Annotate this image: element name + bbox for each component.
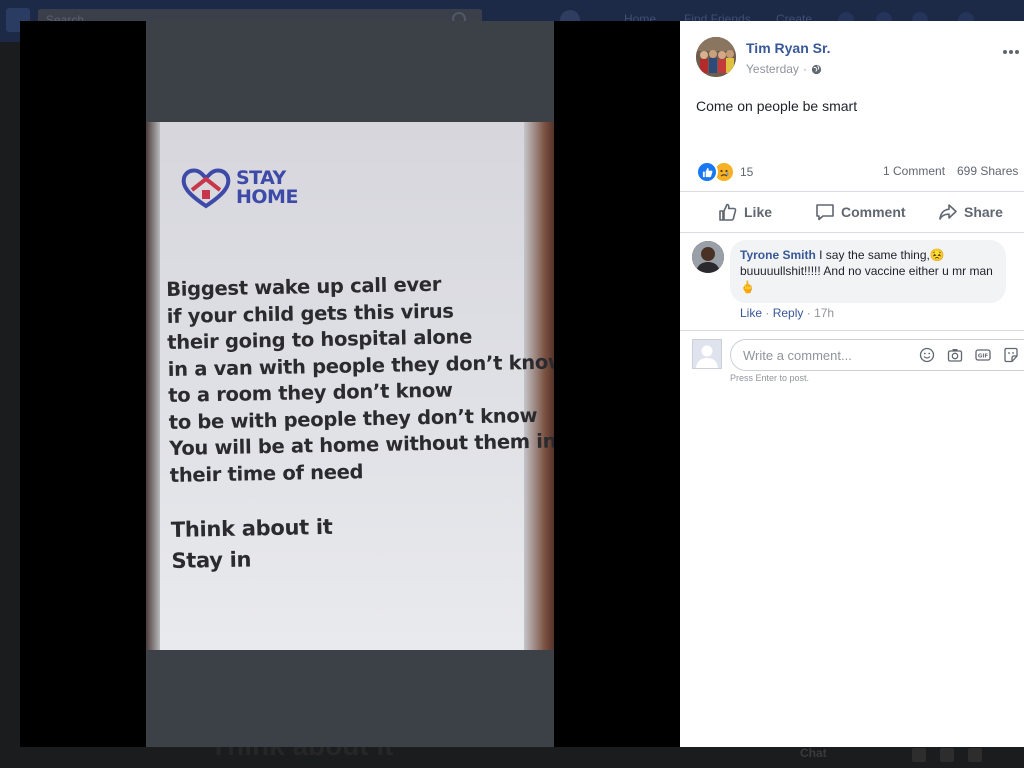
post-hint: Press Enter to post. <box>730 373 810 383</box>
comment-icon <box>816 204 834 221</box>
background-chat-label: Chat <box>800 746 827 760</box>
comment-button-label: Comment <box>841 204 906 220</box>
svg-text:GIF: GIF <box>978 354 989 360</box>
group-photo-icon <box>696 37 736 77</box>
author-avatar[interactable] <box>696 37 736 77</box>
stay-home-logo: STAY HOME <box>178 166 298 210</box>
like-button-label: Like <box>744 204 773 220</box>
reactions-summary[interactable]: 15 <box>696 161 753 183</box>
current-user-avatar <box>692 339 722 369</box>
photo-message: Biggest wake up call ever if your child … <box>166 270 554 577</box>
post-author-name[interactable]: Tim Ryan Sr. <box>746 40 831 56</box>
post-timestamp[interactable]: Yesterday <box>746 62 799 76</box>
post-side-panel: Tim Ryan Sr. Yesterday · Come on people … <box>680 21 1024 747</box>
share-button-label: Share <box>964 204 1003 220</box>
like-button[interactable]: Like <box>718 201 772 223</box>
default-avatar-icon <box>693 340 721 368</box>
sticker-icon[interactable] <box>1003 347 1019 363</box>
comment-input[interactable]: Write a comment... GIF <box>730 339 1024 371</box>
heart-house-icon <box>181 168 231 209</box>
separator-dot: · <box>806 306 811 320</box>
post-meta: Yesterday · <box>746 62 822 76</box>
photo: STAY HOME Biggest wake up call ever if y… <box>146 21 554 747</box>
divider <box>680 330 1024 331</box>
shares-count-link[interactable]: 699 Shares <box>957 164 1018 178</box>
comment-input-placeholder: Write a comment... <box>743 348 852 363</box>
comment-author-name[interactable]: Tyrone Smith <box>740 248 816 262</box>
comment-actions: Like · Reply · 17h <box>740 306 834 320</box>
globe-icon[interactable] <box>811 64 822 75</box>
chat-settings-icon <box>968 748 982 762</box>
photo-paper: STAY HOME Biggest wake up call ever if y… <box>146 122 554 650</box>
more-options-button[interactable] <box>1002 39 1020 60</box>
thumbs-up-icon <box>719 203 737 221</box>
separator-dot: · <box>765 306 770 320</box>
divider <box>680 232 1024 233</box>
ellipsis-icon <box>1003 50 1019 54</box>
commenter-avatar[interactable] <box>692 241 724 273</box>
emoji-icon[interactable] <box>919 347 935 363</box>
comment-button[interactable]: Comment <box>815 201 906 223</box>
comment-bubble: Tyrone Smith I say the same thing,😣 buuu… <box>730 240 1006 303</box>
meta-separator: · <box>802 62 807 76</box>
photo-viewer: STAY HOME Biggest wake up call ever if y… <box>20 21 680 747</box>
comment-reply-link[interactable]: Reply <box>773 306 804 320</box>
new-group-icon <box>940 748 954 762</box>
gif-icon[interactable]: GIF <box>975 347 991 363</box>
comment-like-link[interactable]: Like <box>740 306 762 320</box>
camera-icon[interactable] <box>947 347 963 363</box>
share-icon <box>939 204 957 220</box>
person-photo-icon <box>692 241 724 273</box>
comment-timestamp[interactable]: 17h <box>814 306 834 320</box>
comments-count-link[interactable]: 1 Comment <box>883 164 945 178</box>
share-button[interactable]: Share <box>938 201 1003 223</box>
compose-icon <box>912 748 926 762</box>
like-reaction-icon <box>696 161 718 183</box>
logo-line-2: HOME <box>236 186 298 208</box>
reaction-count: 15 <box>740 165 754 179</box>
divider <box>680 191 1024 192</box>
post-text: Come on people be smart <box>696 98 858 114</box>
